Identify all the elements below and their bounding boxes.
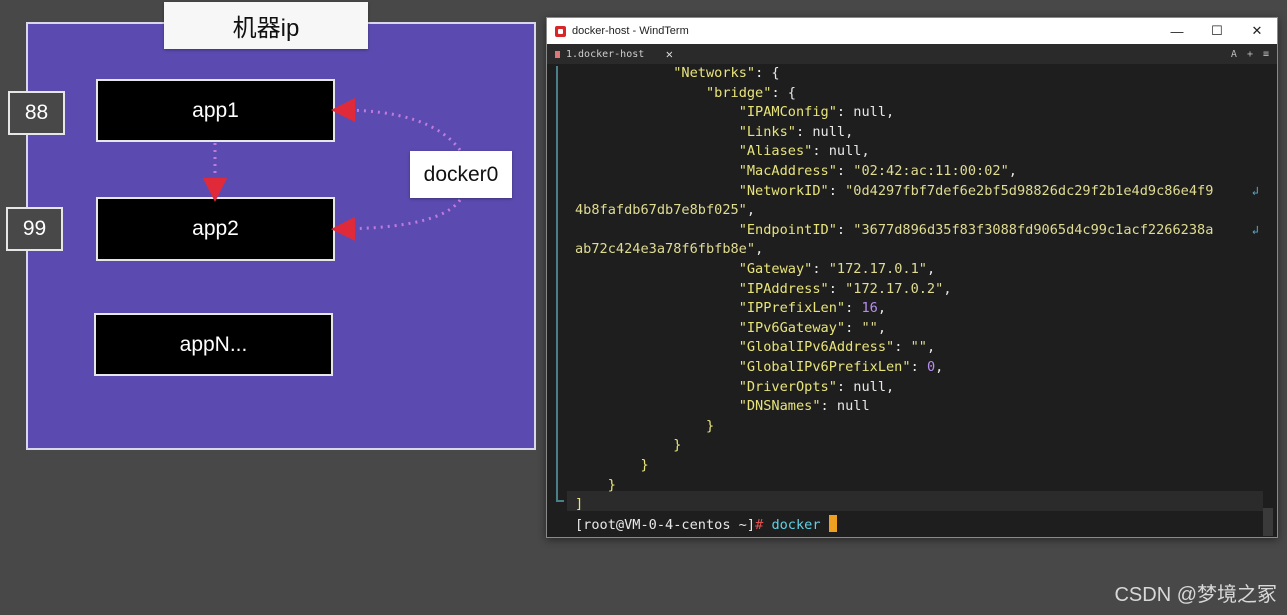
- tab-label: 1.docker-host: [566, 48, 645, 60]
- windterm-window: docker-host - WindTerm — ☐ ✕ 1.docker-ho…: [546, 17, 1278, 538]
- tab-session-icon: [555, 50, 560, 58]
- windterm-app-icon: [555, 25, 566, 37]
- new-tab-icon[interactable]: +: [1247, 49, 1253, 60]
- terminal-line: "Gateway": "172.17.0.1",: [738, 261, 936, 277]
- port-99-label: 99: [6, 207, 63, 251]
- csdn-watermark: CSDN @梦境之冢: [1114, 584, 1277, 606]
- window-title: docker-host - WindTerm: [572, 25, 689, 37]
- terminal-line: "IPv6Gateway": "",: [738, 319, 887, 336]
- terminal-line: "bridge": {: [705, 84, 796, 101]
- current-line-highlight: [567, 491, 1263, 511]
- terminal-line: "IPAddress": "172.17.0.2",: [738, 280, 952, 297]
- terminal-line: "Aliases": null,: [738, 143, 870, 160]
- menu-icon[interactable]: ≡: [1263, 49, 1269, 60]
- terminal-line: "EndpointID": "3677d896d35f83f3088fd9065…: [738, 221, 1214, 238]
- docker0-bridge-label: docker0: [410, 151, 512, 198]
- typed-command: docker: [771, 516, 821, 533]
- prompt-user: [root@VM-0-4-centos ~]: [575, 516, 756, 533]
- line-wrap-icon: ↲: [1251, 222, 1259, 237]
- terminal-line: "IPPrefixLen": 16,: [738, 300, 887, 317]
- terminal-line: }: [575, 476, 616, 493]
- terminal-line: ]: [575, 496, 584, 513]
- app2-box: app2: [96, 197, 335, 261]
- tab-docker-host[interactable]: 1.docker-host ✕: [547, 44, 679, 64]
- minimize-button[interactable]: —: [1157, 18, 1197, 44]
- maximize-button[interactable]: ☐: [1197, 18, 1237, 44]
- tab-bar: 1.docker-host ✕ A + ≡: [547, 44, 1277, 64]
- terminal-line: "NetworkID": "0d4297fbf7def6e2bf5d98826d…: [738, 182, 1214, 199]
- line-wrap-icon: ↲: [1251, 183, 1259, 198]
- text-cursor: [828, 514, 837, 532]
- fold-gutter: [556, 66, 558, 502]
- terminal-line: "GlobalIPv6PrefixLen": 0,: [738, 359, 944, 375]
- terminal-line: "IPAMConfig": null,: [738, 104, 895, 121]
- terminal-line: }: [575, 457, 649, 473]
- terminal-prompt-line[interactable]: [root@VM-0-4-centos ~]# docker: [575, 514, 837, 536]
- port-88-label: 88: [8, 91, 65, 135]
- terminal-line: }: [575, 417, 715, 434]
- terminal-output[interactable]: "Networks": { "bridge": { "IPAMConfig": …: [547, 64, 1277, 537]
- terminal-line: 4b8fafdb67db7e8bf025",: [575, 202, 756, 219]
- terminal-line: ab72c424e3a78f6fbfb8e",: [575, 241, 764, 258]
- close-button[interactable]: ✕: [1237, 18, 1277, 44]
- terminal-line: "Networks": {: [673, 65, 780, 81]
- terminal-line: "Links": null,: [738, 123, 854, 140]
- app1-box: app1: [96, 79, 335, 142]
- title-bar[interactable]: docker-host - WindTerm — ☐ ✕: [547, 18, 1277, 44]
- terminal-line: "DriverOpts": null,: [738, 378, 895, 395]
- tab-close-icon[interactable]: ✕: [666, 47, 673, 61]
- tab-tools: A + ≡: [1231, 49, 1269, 60]
- terminal-line: "GlobalIPv6Address": "",: [738, 339, 936, 356]
- terminal-line: "MacAddress": "02:42:ac:11:00:02",: [738, 163, 1017, 179]
- scrollbar-thumb[interactable]: [1263, 508, 1273, 536]
- machine-ip-label: 机器ip: [164, 2, 368, 49]
- terminal-line: "DNSNames": null: [738, 398, 870, 415]
- terminal-line: }: [575, 437, 682, 454]
- prompt-hash: #: [755, 516, 764, 533]
- fold-gutter-end: [556, 500, 564, 502]
- vertical-scrollbar[interactable]: [1265, 66, 1275, 536]
- font-icon[interactable]: A: [1231, 49, 1237, 60]
- appn-box: appN...: [94, 313, 333, 376]
